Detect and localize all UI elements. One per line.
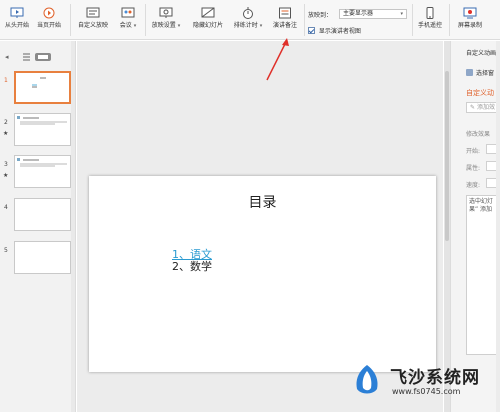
custom-show-icon [86, 7, 100, 18]
presenter-view-checkbox[interactable] [308, 27, 315, 34]
notes-icon [279, 7, 291, 19]
slide-thumbnail-5[interactable] [14, 241, 71, 274]
from-start-button[interactable]: 从头开始 [2, 7, 32, 29]
slide-thumbnail-1[interactable] [14, 71, 71, 104]
slide-item-2[interactable]: 2、数学 [172, 258, 212, 274]
play-to-select[interactable]: 主要显示器 ▾ [339, 9, 407, 19]
speaker-notes-label: 演讲备注 [272, 22, 297, 29]
thumbnail-number: 3 [4, 161, 8, 168]
presenter-view-row[interactable]: 显示演讲者视图 [308, 26, 361, 35]
slide-thumbnail-panel: ◂ 1 2 ★ 3 ★ 4 5 [0, 41, 76, 412]
thumbnail-number: 4 [4, 204, 8, 211]
custom-animation-heading: 自定义动 [466, 89, 494, 97]
modify-effect-heading: 修改效果 [466, 131, 491, 138]
ribbon: 从头开始 当页开始 自定义放映 会议 ▾ 放映设置 ▾ 隐藏幻灯片 排练计时 ▾… [0, 0, 500, 40]
thumbnail-number: 2 [4, 119, 8, 126]
panel-title: 自定义动画 [466, 50, 497, 57]
ribbon-divider [412, 4, 413, 36]
play-to-label: 放映到： [308, 12, 333, 19]
chevron-down-icon: ▾ [177, 23, 181, 29]
scrollbar-thumb[interactable] [445, 71, 449, 241]
watermark-logo-icon [356, 365, 378, 394]
meeting-icon [121, 7, 135, 18]
from-current-label: 当页开始 [36, 22, 61, 29]
phone-remote-label: 手机遥控 [417, 22, 442, 29]
meeting-button[interactable]: 会议 ▾ [114, 7, 142, 30]
selection-pane-icon [466, 69, 473, 76]
property-label: 属性: [466, 165, 481, 172]
ribbon-divider [145, 4, 146, 36]
phone-remote-button[interactable]: 手机遥控 [414, 7, 446, 29]
speed-label: 速度: [466, 182, 481, 189]
from-start-label: 从头开始 [4, 22, 29, 29]
animation-star-icon: ★ [3, 130, 9, 137]
current-slide[interactable]: 目录 1、语文 2、数学 [89, 176, 436, 372]
start-label: 开始: [466, 148, 481, 155]
speaker-notes-button[interactable]: 演讲备注 [268, 7, 302, 29]
slide-title[interactable]: 目录 [89, 192, 436, 212]
thumbnail-preview [17, 116, 67, 125]
ribbon-divider [449, 4, 450, 36]
view-toggle-icons[interactable] [22, 52, 52, 62]
slide-thumbnail-4[interactable] [14, 198, 71, 231]
watermark-url: www.fs0745.com [392, 387, 461, 396]
play-circle-icon [43, 7, 55, 19]
presenter-view-label: 显示演讲者视图 [318, 28, 361, 35]
selection-pane-button[interactable]: 选择窗 [466, 68, 494, 77]
show-settings-label: 放映设置 [151, 22, 176, 29]
thumbnail-preview [32, 77, 46, 88]
screen-record-label: 屏幕录制 [457, 22, 482, 29]
phone-icon [426, 7, 434, 19]
screen-record-button[interactable]: 屏幕录制 [452, 7, 488, 29]
chevron-down-icon: ▾ [259, 23, 263, 29]
slide-thumbnail-2[interactable] [14, 113, 71, 146]
play-to-value: 主要显示器 [343, 10, 374, 17]
record-icon [463, 7, 477, 19]
add-effect-label: 添加效 [476, 104, 495, 111]
thumbnail-scrollbar[interactable] [71, 41, 75, 412]
meeting-label: 会议 [119, 22, 132, 29]
play-to-row: 放映到： [308, 10, 332, 19]
watermark-name: 飞沙系统网 [390, 368, 480, 388]
settings-screen-icon [159, 7, 173, 18]
animation-star-icon: ★ [3, 172, 9, 179]
watermark: 飞沙系统网 www.fs0745.com [349, 357, 500, 412]
ribbon-divider [304, 4, 305, 36]
thumbnail-number: 1 [4, 77, 8, 84]
ribbon-divider [70, 4, 71, 36]
chevron-down-icon: ▾ [400, 11, 403, 17]
animation-list[interactable]: 选中幻灯 果” 添加 [466, 195, 500, 355]
stopwatch-icon [243, 7, 253, 19]
rehearse-button[interactable]: 排练计时 ▾ [230, 7, 266, 30]
slide-thumbnail-3[interactable] [14, 155, 71, 188]
selection-pane-label: 选择窗 [476, 70, 495, 77]
hide-slide-icon [201, 7, 215, 18]
collapse-panel-icon[interactable]: ◂ [5, 53, 9, 61]
hide-slide-label: 隐藏幻灯片 [192, 22, 223, 29]
play-screen-icon [10, 7, 24, 18]
thumbnail-number: 5 [4, 247, 8, 254]
custom-show-button[interactable]: 自定义放映 [74, 7, 112, 29]
add-effect-button[interactable]: ✎ 添加效 [466, 102, 500, 113]
thumbnail-preview [17, 158, 67, 167]
rehearse-label: 排练计时 [233, 22, 258, 29]
animation-hint-text: 选中幻灯 果” 添加 [469, 198, 494, 213]
from-current-button[interactable]: 当页开始 [34, 7, 64, 29]
show-settings-button[interactable]: 放映设置 ▾ [148, 7, 184, 30]
custom-show-label: 自定义放映 [77, 22, 108, 29]
chevron-down-icon: ▾ [133, 23, 137, 29]
hide-slide-button[interactable]: 隐藏幻灯片 [188, 7, 228, 29]
annotation-arrow [266, 38, 289, 81]
